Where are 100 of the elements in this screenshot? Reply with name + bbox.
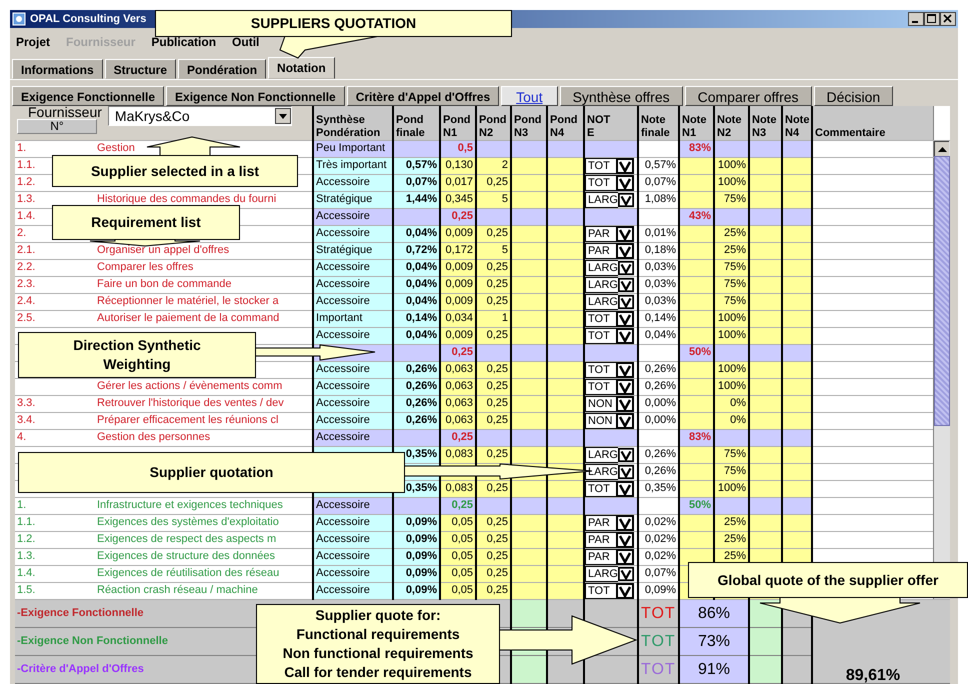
callout-text: Functional requirements <box>296 625 460 644</box>
table-cell: 0,25 <box>440 497 476 514</box>
check-icon[interactable] <box>618 192 634 208</box>
check-icon[interactable] <box>616 378 634 394</box>
menu-item[interactable]: Projet <box>16 33 50 51</box>
menu-item[interactable]: Publication <box>151 33 216 51</box>
check-icon[interactable] <box>618 566 634 582</box>
column-header: Note N4 <box>782 106 812 140</box>
close-icon[interactable] <box>940 12 956 26</box>
table-cell: 83% <box>679 429 714 446</box>
tab[interactable]: Structure <box>104 59 176 79</box>
check-icon[interactable] <box>618 464 634 480</box>
toolbar-button[interactable]: Comparer offres <box>684 86 812 106</box>
tab[interactable]: Notation <box>268 57 335 79</box>
check-icon[interactable] <box>616 582 634 598</box>
table-cell: 0,03% <box>638 259 680 276</box>
scrollbar-thumb[interactable] <box>934 156 950 426</box>
table-cell: 0,26% <box>393 395 440 412</box>
check-icon[interactable] <box>616 514 634 530</box>
requirement-name: Gérer les actions / évènements comm <box>95 378 314 395</box>
table-cell: 0,03% <box>638 293 680 310</box>
column-header: Pond N1 <box>440 106 476 140</box>
minimize-icon[interactable] <box>908 12 924 26</box>
table-cell: 75% <box>714 276 750 293</box>
table-cell: 0,09% <box>638 582 680 599</box>
table-cell: Stratégique <box>313 191 394 208</box>
check-icon[interactable] <box>616 412 634 428</box>
table-cell: 75% <box>714 191 750 208</box>
table-cell: 0,25 <box>476 446 512 463</box>
table-cell: 0,09% <box>393 514 440 531</box>
table-cell: 0,25 <box>476 293 512 310</box>
table-cell: 0,009 <box>440 327 476 344</box>
row-number: 1. <box>15 497 95 514</box>
maximize-icon[interactable] <box>924 12 940 26</box>
tab[interactable]: Tout <box>501 86 558 106</box>
tab[interactable]: Pondération <box>178 59 266 79</box>
check-icon[interactable] <box>616 328 634 344</box>
tab[interactable]: Critère d'Appel d'Offres <box>346 86 500 106</box>
check-icon[interactable] <box>616 226 634 242</box>
check-icon[interactable] <box>616 396 634 412</box>
table-cell: 0,009 <box>440 276 476 293</box>
table-cell: 75% <box>714 293 750 310</box>
check-icon[interactable] <box>618 276 634 292</box>
check-icon[interactable] <box>616 158 634 174</box>
table-cell: 0,345 <box>440 191 476 208</box>
table-cell: 0,07% <box>393 174 440 191</box>
tab[interactable]: Informations <box>12 59 103 79</box>
supplier-dropdown[interactable]: MaKrys&Co <box>108 106 292 126</box>
grade-code: NON <box>585 396 616 412</box>
table-cell: 0,25 <box>476 565 512 582</box>
row-number: 2.2. <box>15 259 95 276</box>
check-icon[interactable] <box>616 174 634 190</box>
quote-label: TOT <box>638 600 679 628</box>
table-cell: 0,26% <box>393 361 440 378</box>
table-cell: 0,04% <box>393 327 440 344</box>
table-cell: 25% <box>714 514 750 531</box>
column-header: Synthèse Pondération <box>313 106 394 140</box>
tab[interactable]: Exigence Non Fonctionnelle <box>166 86 345 106</box>
grade-code: PAR <box>585 532 616 548</box>
grade-code: TOT <box>585 582 616 598</box>
check-icon[interactable] <box>618 260 634 276</box>
table-cell: Accessoire <box>313 497 394 514</box>
table-cell: 0,04% <box>638 327 680 344</box>
table-cell: 0,09% <box>393 582 440 599</box>
table-cell: 0,017 <box>440 174 476 191</box>
scroll-up-icon[interactable] <box>934 140 949 156</box>
callout-text: SUPPLIERS QUOTATION <box>250 14 416 33</box>
table-cell: 1 <box>476 310 512 327</box>
check-icon[interactable] <box>616 242 634 258</box>
table-cell: 50% <box>679 497 714 514</box>
table-cell: 75% <box>714 259 750 276</box>
check-icon[interactable] <box>616 532 634 548</box>
requirement-name: Réaction crash réseau / machine <box>95 582 314 599</box>
menu-item[interactable]: Outil <box>232 33 260 51</box>
check-icon[interactable] <box>616 362 634 378</box>
requirement-name: Exigences des systèmes d'exploitatio <box>95 514 314 531</box>
table-cell: 25% <box>714 225 750 242</box>
tab[interactable]: Exigence Fonctionnelle <box>12 86 164 106</box>
legend-label: -Exigence Fonctionnelle <box>17 606 144 619</box>
requirement-name: Comparer les offres <box>95 259 314 276</box>
check-icon[interactable] <box>618 294 634 310</box>
grade-code: PAR <box>585 226 616 242</box>
table-cell: 0,063 <box>440 395 476 412</box>
table-cell: 0,25 <box>440 208 476 225</box>
grade-code: TOT <box>585 158 616 174</box>
app-icon <box>12 12 26 26</box>
check-icon[interactable] <box>616 480 634 496</box>
toolbar-button[interactable]: Synthèse offres <box>560 86 683 106</box>
toolbar-button[interactable]: Décision <box>814 86 894 106</box>
callout-text: Supplier quote for: <box>315 606 441 625</box>
table-cell: 0,04% <box>393 276 440 293</box>
check-icon[interactable] <box>618 446 634 462</box>
table-cell: Accessoire <box>313 582 394 599</box>
table-cell: 0,25 <box>476 531 512 548</box>
table-cell: 0,009 <box>440 293 476 310</box>
table-cell: 25% <box>714 242 750 259</box>
check-icon[interactable] <box>616 548 634 564</box>
check-icon[interactable] <box>616 310 634 326</box>
table-cell: 0,04% <box>393 225 440 242</box>
legend-label: -Exigence Non Fonctionnelle <box>17 635 168 647</box>
